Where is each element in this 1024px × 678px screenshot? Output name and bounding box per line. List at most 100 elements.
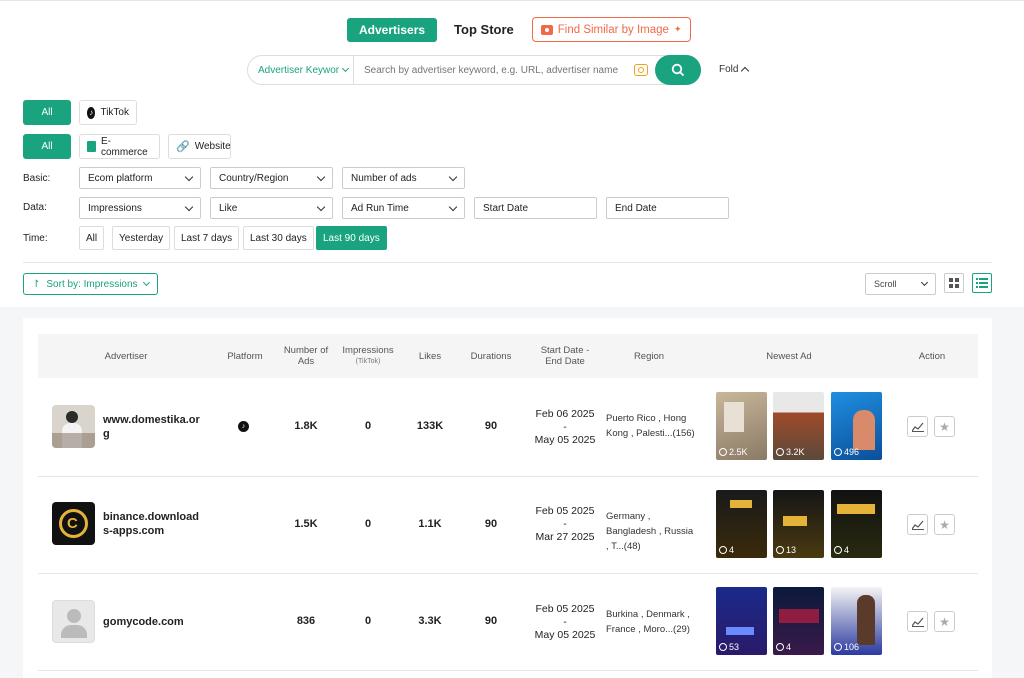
analytics-button[interactable] bbox=[907, 416, 928, 437]
start-date-field[interactable]: Start Date bbox=[474, 197, 597, 219]
ad-views: 4 bbox=[834, 545, 849, 555]
platform-all-button[interactable]: All bbox=[23, 100, 71, 125]
find-similar-by-image-button[interactable]: Find Similar by Image ✦ bbox=[531, 17, 691, 42]
like-select[interactable]: Like bbox=[210, 197, 333, 219]
fold-toggle[interactable]: Fold bbox=[719, 64, 750, 76]
number-of-ads-value: 1.8K bbox=[294, 420, 318, 432]
chevron-down-icon bbox=[920, 278, 929, 287]
time-yesterday-button[interactable]: Yesterday bbox=[112, 226, 171, 250]
scroll-label: Scroll bbox=[874, 279, 897, 289]
analytics-button[interactable] bbox=[907, 611, 928, 632]
advertiser-avatar: C bbox=[52, 502, 95, 545]
ad-views-value: 2.5K bbox=[729, 447, 748, 457]
region-value: Puerto Rico , Hong Kong , Palesti...(156… bbox=[606, 413, 695, 439]
tab-top-store[interactable]: Top Store bbox=[454, 22, 514, 37]
find-similar-label: Find Similar by Image bbox=[557, 23, 669, 36]
ad-thumbnail[interactable]: 106 bbox=[831, 587, 882, 655]
analytics-button[interactable] bbox=[907, 514, 928, 535]
scroll-mode-select[interactable]: Scroll bbox=[865, 273, 936, 295]
ecom-platform-label: Ecom platform bbox=[88, 172, 153, 184]
ad-thumbnail[interactable]: 13 bbox=[773, 490, 824, 558]
sort-by-dropdown[interactable]: ↾ Sort by: Impressions bbox=[23, 273, 158, 295]
time-last-30-days-button[interactable]: Last 30 days bbox=[243, 226, 314, 250]
ad-thumbnail[interactable]: 4 bbox=[773, 587, 824, 655]
image-search-icon[interactable] bbox=[634, 64, 648, 76]
ad-thumbnail[interactable]: 4 bbox=[716, 490, 767, 558]
list-view-button[interactable] bbox=[972, 273, 992, 293]
chart-icon bbox=[911, 520, 924, 530]
date-range: Feb 05 2025 - Mar 27 2025 bbox=[530, 505, 600, 544]
chart-icon bbox=[911, 617, 924, 627]
ad-thumbnail[interactable]: 496 bbox=[831, 392, 882, 460]
time-last-90-days-button[interactable]: Last 90 days bbox=[316, 226, 387, 250]
grid-icon bbox=[949, 278, 959, 288]
ad-thumbnail[interactable]: 53 bbox=[716, 587, 767, 655]
ad-views-value: 106 bbox=[844, 642, 860, 652]
basic-label: Basic: bbox=[23, 173, 51, 184]
impressions-select[interactable]: Impressions bbox=[79, 197, 201, 219]
time-last-7-days-button[interactable]: Last 7 days bbox=[174, 226, 240, 250]
ad-thumbnail[interactable]: 3.2K bbox=[773, 392, 824, 460]
website-label: Website bbox=[194, 141, 231, 152]
likes-value: 1.1K bbox=[418, 518, 442, 530]
platform-tiktok-button[interactable]: ♪ TikTok bbox=[79, 100, 137, 125]
impressions-value: 0 bbox=[364, 518, 372, 530]
ecom-platform-select[interactable]: Ecom platform bbox=[79, 167, 201, 189]
advertiser-name[interactable]: gomycode.com bbox=[103, 615, 203, 629]
eye-icon bbox=[834, 546, 842, 554]
tiktok-platform-icon: ♪ bbox=[238, 421, 249, 432]
sparkle-icon: ✦ bbox=[673, 24, 682, 34]
chevron-up-icon bbox=[741, 66, 750, 76]
region-value: Burkina , Denmark , France , Moro...(29) bbox=[606, 609, 690, 635]
favorite-button[interactable]: ★ bbox=[934, 514, 955, 535]
advertiser-name[interactable]: binance.downloads-apps.com bbox=[103, 510, 203, 538]
header-impressions-sub: (TikTok) bbox=[355, 358, 381, 365]
ad-run-time-select[interactable]: Ad Run Time bbox=[342, 197, 465, 219]
search-button[interactable] bbox=[655, 55, 701, 85]
date-separator: - bbox=[563, 616, 567, 628]
end-date-value: May 05 2025 bbox=[534, 434, 596, 446]
top-border bbox=[0, 0, 1024, 4]
tab-advertisers[interactable]: Advertisers bbox=[347, 17, 438, 42]
number-of-ads-select[interactable]: Number of ads bbox=[342, 167, 465, 189]
search-type-dropdown[interactable]: Advertiser Keywor bbox=[248, 56, 354, 84]
ecommerce-label: E-commerce bbox=[101, 135, 148, 158]
date-range: Feb 06 2025 - May 05 2025 bbox=[530, 408, 600, 447]
chevron-down-icon bbox=[448, 172, 458, 181]
eye-icon bbox=[776, 448, 784, 456]
end-date-label: End Date bbox=[615, 202, 657, 214]
favorite-button[interactable]: ★ bbox=[934, 416, 955, 437]
grid-view-button[interactable] bbox=[944, 273, 964, 293]
ad-views: 53 bbox=[719, 642, 739, 652]
ad-views-value: 4 bbox=[844, 545, 850, 555]
row-divider bbox=[38, 573, 978, 574]
eye-icon bbox=[834, 448, 842, 456]
end-date-field[interactable]: End Date bbox=[606, 197, 729, 219]
ad-views: 4 bbox=[776, 642, 791, 652]
tiktok-icon: ♪ bbox=[87, 106, 96, 119]
ad-thumbnail[interactable]: 2.5K bbox=[716, 392, 767, 460]
number-of-ads-label: Number of ads bbox=[351, 172, 417, 184]
filter-divider bbox=[23, 262, 992, 263]
advertiser-avatar bbox=[52, 405, 95, 448]
sort-label: Sort by: Impressions bbox=[46, 278, 138, 290]
duration-value: 90 bbox=[484, 420, 498, 432]
category-website-button[interactable]: 🔗 Website bbox=[168, 134, 231, 159]
number-of-ads-value: 836 bbox=[296, 615, 316, 627]
start-date-label: Start Date bbox=[483, 202, 529, 214]
category-ecommerce-button[interactable]: E-commerce bbox=[79, 134, 160, 159]
favorite-button[interactable]: ★ bbox=[934, 611, 955, 632]
time-all-button[interactable]: All bbox=[79, 226, 105, 250]
top-tabs: Advertisers Top Store Find Similar by Im… bbox=[347, 17, 691, 42]
time-label: Time: bbox=[23, 233, 48, 244]
category-all-button[interactable]: All bbox=[23, 134, 71, 159]
search-input[interactable] bbox=[354, 64, 634, 76]
header-newest-ad: Newest Ad bbox=[766, 350, 812, 362]
advertiser-name[interactable]: www.domestika.org bbox=[103, 413, 203, 441]
ad-views-value: 13 bbox=[786, 545, 797, 555]
header-impressions-label: Impressions bbox=[342, 345, 394, 356]
end-date-value: Mar 27 2025 bbox=[535, 531, 595, 543]
list-icon bbox=[976, 278, 988, 288]
ad-thumbnail[interactable]: 4 bbox=[831, 490, 882, 558]
country-region-select[interactable]: Country/Region bbox=[210, 167, 333, 189]
